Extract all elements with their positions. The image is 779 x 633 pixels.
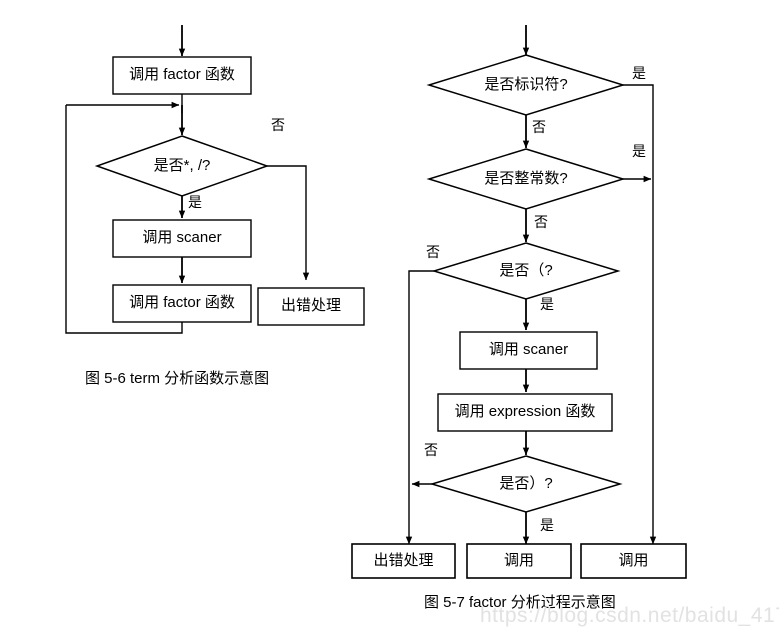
node-f2-call-mid bbox=[466, 543, 572, 579]
edge-label-f2-no-4: 否 bbox=[424, 443, 438, 457]
caption-figure-5-6: 图 5-6 term 分析函数示意图 bbox=[85, 367, 269, 388]
caption-text: 图 5-6 term 分析函数示意图 bbox=[85, 370, 270, 387]
label-text: 否 bbox=[532, 119, 546, 135]
label-text: 否 bbox=[424, 442, 438, 458]
edge-label-f2-yes-2: 是 bbox=[632, 144, 646, 158]
edge-label-f2-yes-3: 是 bbox=[540, 297, 554, 311]
node-f2-call-expression bbox=[437, 393, 613, 432]
label-text: 否 bbox=[426, 244, 440, 260]
edge-is-lparen-no bbox=[405, 270, 434, 545]
node-f1-call-scaner bbox=[112, 219, 252, 258]
watermark: https://blog.csdn.net/baidu_41774120 bbox=[480, 604, 779, 628]
label-text: 是 bbox=[188, 194, 202, 210]
node-f1-is-muldiv bbox=[94, 135, 270, 197]
node-f1-error bbox=[257, 287, 365, 326]
label-text: 是 bbox=[632, 143, 646, 159]
flowchart-page: 调用 factor 函数 是否*, /? 调用 scaner 调用 factor… bbox=[0, 0, 779, 633]
node-f1-call-factor-1 bbox=[112, 56, 252, 95]
node-f2-is-rparen bbox=[429, 455, 623, 513]
node-f2-is-integer bbox=[426, 148, 626, 210]
label-text: 否 bbox=[271, 117, 285, 133]
node-f2-is-lparen bbox=[431, 242, 621, 300]
node-f2-is-identifier bbox=[426, 54, 626, 116]
edge-label-f1-no: 否 bbox=[271, 118, 285, 132]
flowchart-vector-layer bbox=[65, 25, 687, 579]
edge-label-f2-no-2: 否 bbox=[534, 215, 548, 229]
watermark-text: https://blog.csdn.net/baidu_41774120 bbox=[480, 604, 779, 627]
node-f1-call-factor-2 bbox=[112, 284, 252, 323]
label-text: 是 bbox=[540, 296, 554, 312]
figure-5-7-graphics bbox=[351, 25, 687, 579]
edge-label-f2-yes-1: 是 bbox=[632, 66, 646, 80]
node-f2-call-scaner bbox=[459, 331, 598, 370]
edge-label-f2-no-1: 否 bbox=[532, 120, 546, 134]
label-text: 是 bbox=[632, 65, 646, 81]
node-f2-error bbox=[351, 543, 456, 579]
edge-is-muldiv-no bbox=[267, 165, 310, 281]
edge-label-f1-yes: 是 bbox=[188, 195, 202, 209]
node-f2-call-right bbox=[580, 543, 687, 579]
label-text: 否 bbox=[534, 214, 548, 230]
edge-label-f2-yes-4: 是 bbox=[540, 518, 554, 532]
edge-label-f2-no-3: 否 bbox=[426, 245, 440, 259]
label-text: 是 bbox=[540, 517, 554, 533]
figure-5-6-graphics bbox=[65, 25, 365, 334]
